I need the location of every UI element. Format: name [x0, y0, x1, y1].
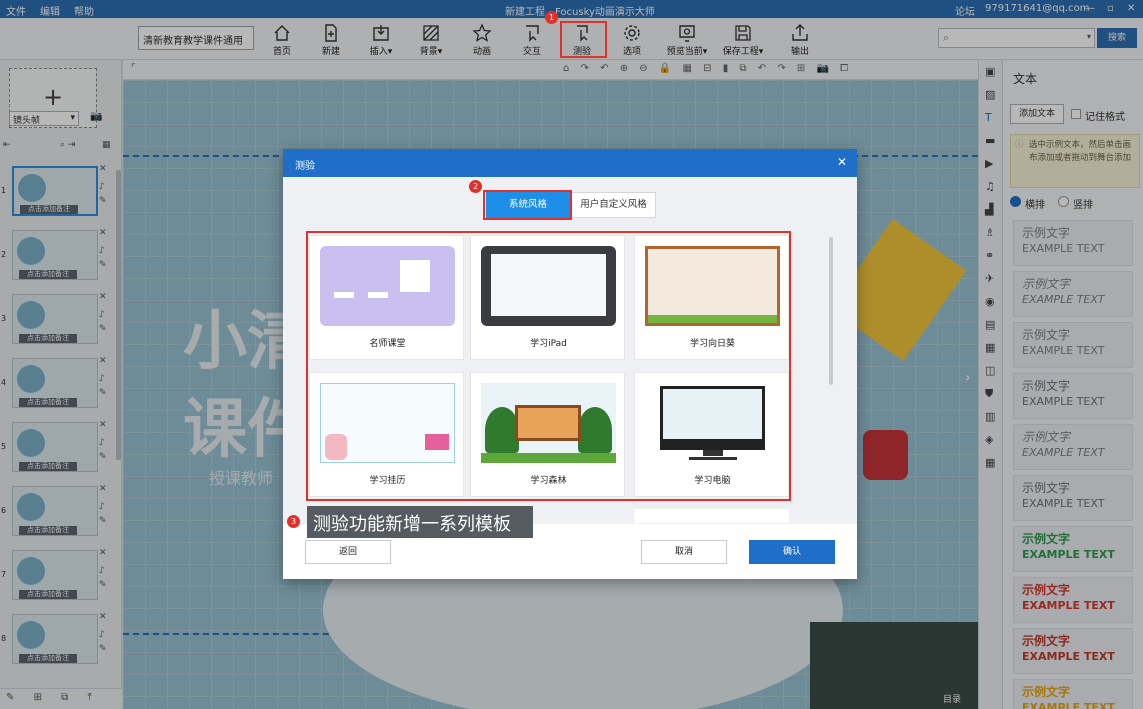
- annotation-box-system-tab: [483, 190, 572, 220]
- dialog-header: 测验 ✕: [283, 149, 857, 177]
- back-button[interactable]: 返回: [305, 540, 391, 564]
- annotation-box-templates: [306, 231, 791, 501]
- annotation-badge-2: 2: [469, 180, 482, 193]
- dialog-title: 测验: [295, 161, 315, 172]
- confirm-button[interactable]: 确认: [749, 540, 835, 564]
- tab-user-style[interactable]: 用户自定义风格: [571, 192, 656, 218]
- annotation-box-quiz-button: [560, 21, 607, 58]
- annotation-callout-label: 测验功能新增一系列模板: [307, 506, 533, 538]
- template-scrollbar[interactable]: [829, 237, 833, 385]
- annotation-badge-3: 3: [287, 515, 300, 528]
- template-card-partial-2: [634, 509, 789, 523]
- annotation-badge-1: 1: [545, 11, 558, 24]
- dialog-close-icon[interactable]: ✕: [837, 155, 847, 169]
- cancel-button[interactable]: 取消: [641, 540, 727, 564]
